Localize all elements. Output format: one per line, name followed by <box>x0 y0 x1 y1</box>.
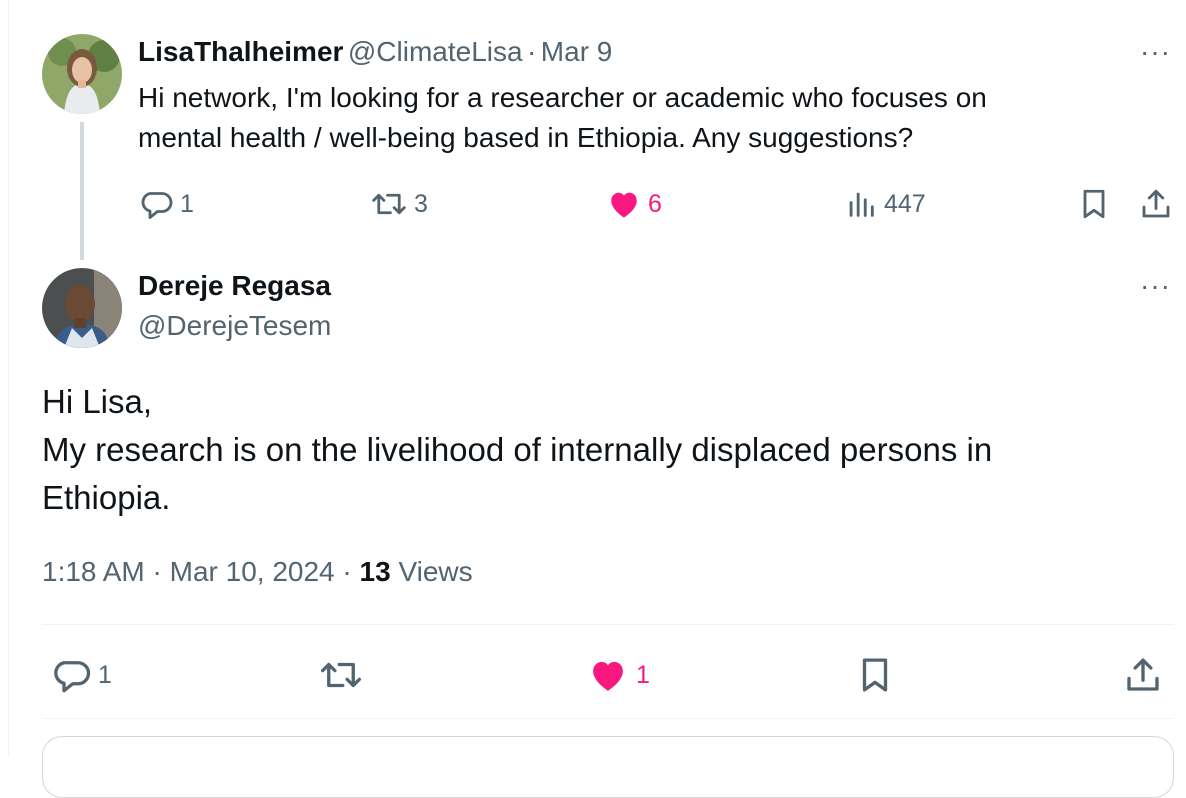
views-count: 447 <box>884 189 926 218</box>
reply-count: 1 <box>98 660 112 689</box>
display-name[interactable]: Dereje Regasa <box>138 270 331 302</box>
share-icon <box>1122 654 1164 696</box>
parent-tweet-text: Hi network, I'm looking for a researcher… <box>138 78 987 158</box>
retweet-count: 3 <box>414 189 428 218</box>
separator: · <box>342 556 352 587</box>
views-button[interactable]: 447 <box>844 186 926 222</box>
share-icon <box>1138 186 1174 222</box>
text-line: mental health / well-being based in Ethi… <box>138 122 914 153</box>
like-button[interactable]: 1 <box>586 654 650 696</box>
views-count: 13 <box>359 556 391 587</box>
divider <box>42 624 1174 625</box>
tweet-time[interactable]: 1:18 AM <box>42 556 145 587</box>
heart-filled-icon <box>586 654 630 696</box>
parent-tweet-header: LisaThalheimer @ClimateLisa · Mar 9 <box>138 36 612 68</box>
text-line: Hi Lisa, <box>42 383 153 420</box>
separator: · <box>527 36 537 67</box>
tweet-date[interactable]: Mar 10, 2024 <box>170 556 335 587</box>
reply-button[interactable]: 1 <box>50 654 112 696</box>
like-count: 6 <box>648 189 662 218</box>
reply-button[interactable]: 1 <box>138 186 194 222</box>
share-button[interactable] <box>1122 654 1164 696</box>
reply-icon <box>138 186 174 222</box>
separator: · <box>152 556 162 587</box>
retweet-icon <box>370 186 408 222</box>
retweet-button[interactable] <box>318 654 364 696</box>
tweet-meta: 1:18 AM · Mar 10, 2024 · 13 Views <box>42 556 473 588</box>
retweet-button[interactable]: 3 <box>370 186 428 222</box>
column-border <box>8 0 9 756</box>
text-line: My research is on the livelihood of inte… <box>42 431 993 468</box>
analytics-icon <box>844 186 878 222</box>
text-line: Ethiopia. <box>42 479 171 516</box>
reply-count: 1 <box>180 189 194 218</box>
bookmark-button[interactable] <box>1076 186 1112 222</box>
display-name[interactable]: LisaThalheimer <box>138 36 343 67</box>
heart-filled-icon <box>606 186 642 222</box>
divider <box>42 718 1174 719</box>
avatar-lisa[interactable] <box>42 34 122 114</box>
retweet-icon <box>318 654 364 696</box>
like-button[interactable]: 6 <box>606 186 662 222</box>
main-tweet-text: Hi Lisa, My research is on the livelihoo… <box>42 378 992 522</box>
more-options-button[interactable]: ··· <box>1140 270 1171 302</box>
handle[interactable]: @DerejeTesem <box>138 310 331 342</box>
share-button[interactable] <box>1138 186 1174 222</box>
reply-icon <box>50 654 92 696</box>
bookmark-icon <box>854 654 896 696</box>
reply-compose-box[interactable] <box>42 736 1174 798</box>
bookmark-icon <box>1076 186 1112 222</box>
text-line: Hi network, I'm looking for a researcher… <box>138 82 987 113</box>
bookmark-button[interactable] <box>854 654 896 696</box>
tweet-date[interactable]: Mar 9 <box>541 36 613 67</box>
like-count: 1 <box>636 660 650 689</box>
avatar-dereje[interactable] <box>42 268 122 348</box>
more-options-button[interactable]: ··· <box>1140 36 1171 68</box>
views-label: Views <box>398 556 473 587</box>
thread-line <box>80 122 84 260</box>
handle[interactable]: @ClimateLisa <box>348 36 523 67</box>
